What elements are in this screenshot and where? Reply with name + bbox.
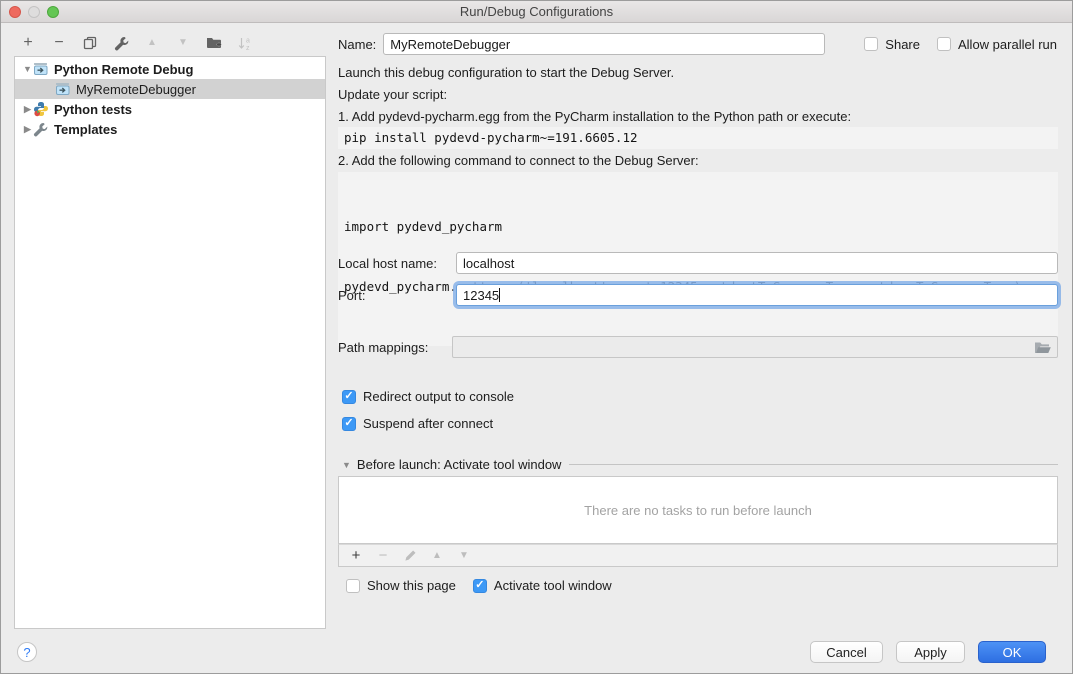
move-task-down-icon[interactable]: ▼ [456,548,472,564]
suspend-after-connect-checkbox[interactable]: ✓ [342,417,356,431]
ok-button[interactable]: OK [978,641,1046,663]
titlebar[interactable]: Run/Debug Configurations [1,1,1072,23]
tree-item-templates[interactable]: ▶ Templates [15,119,325,139]
step-2-text: 2. Add the following command to connect … [338,153,699,168]
browse-folder-icon[interactable] [1034,341,1052,354]
remove-task-icon[interactable]: − [375,548,391,564]
collapsed-arrow-icon[interactable]: ▶ [22,124,33,135]
edit-templates-wrench-icon[interactable] [112,34,130,52]
tree-item-label: MyRemoteDebugger [76,82,196,97]
port-label: Port: [338,288,450,303]
port-row: Port: [338,284,1058,306]
footer-buttons: Cancel Apply OK [810,641,1046,663]
path-mappings-input[interactable] [452,336,1058,358]
move-down-icon[interactable]: ▼ [174,34,192,52]
name-row: Name: Share Allow parallel run [338,33,1058,55]
pip-install-code: pip install pydevd-pycharm~=191.6605.12 [338,127,1058,149]
minimize-window-button[interactable] [28,6,40,18]
move-task-up-icon[interactable]: ▲ [429,548,445,564]
expanded-arrow-icon[interactable]: ▼ [22,64,33,74]
help-question-icon: ? [23,645,30,660]
section-collapse-icon[interactable]: ▼ [342,460,351,470]
apply-button[interactable]: Apply [896,641,965,663]
remote-debug-config-icon [33,61,50,77]
name-label: Name: [338,37,376,52]
intro-text-1: Launch this debug configuration to start… [338,65,674,80]
activate-tool-window-label: Activate tool window [494,578,612,593]
move-up-icon[interactable]: ▲ [143,34,161,52]
copy-configuration-icon[interactable] [81,34,99,52]
share-label: Share [885,37,920,52]
step-1-text: 1. Add pydevd-pycharm.egg from the PyCha… [338,109,851,124]
collapsed-arrow-icon[interactable]: ▶ [22,104,33,115]
redirect-output-row: ✓ Redirect output to console [342,389,514,404]
configurations-tree: ▼ Python Remote Debug MyRemoteDebugger ▶… [14,56,326,629]
run-debug-configurations-dialog: Run/Debug Configurations + − ▲ ▼ az ▼ Py… [0,0,1073,674]
allow-parallel-run-label: Allow parallel run [958,37,1057,52]
redirect-output-label: Redirect output to console [363,389,514,404]
local-host-input[interactable] [456,252,1058,274]
path-mappings-row: Path mappings: [338,336,1058,358]
local-host-row: Local host name: [338,252,1058,274]
path-mappings-label: Path mappings: [338,340,446,355]
new-folder-icon[interactable] [205,34,223,52]
add-configuration-icon[interactable]: + [19,34,37,52]
empty-tasks-text: There are no tasks to run before launch [584,503,812,518]
intro-text-2: Update your script: [338,87,447,102]
allow-parallel-run-checkbox[interactable] [937,37,951,51]
svg-text:z: z [246,45,250,51]
remove-configuration-icon[interactable]: − [50,34,68,52]
redirect-output-checkbox[interactable]: ✓ [342,390,356,404]
add-task-icon[interactable]: + [348,548,364,564]
before-launch-title: Before launch: Activate tool window [357,457,562,472]
show-this-page-label: Show this page [367,578,456,593]
templates-wrench-icon [33,121,50,137]
tree-item-python-remote-debug[interactable]: ▼ Python Remote Debug [15,59,325,79]
tree-item-label: Python Remote Debug [54,62,193,77]
edit-task-icon[interactable] [402,548,418,564]
tree-item-python-tests[interactable]: ▶ Python tests [15,99,325,119]
svg-text:a: a [246,37,250,44]
show-this-page-checkbox[interactable] [346,579,360,593]
before-launch-header: ▼ Before launch: Activate tool window [342,457,1058,472]
port-input[interactable] [456,284,1058,306]
tree-toolbar: + − ▲ ▼ az [19,31,254,55]
local-host-label: Local host name: [338,256,450,271]
tree-item-label: Python tests [54,102,132,117]
sort-configurations-icon[interactable]: az [236,34,254,52]
share-checkbox[interactable] [864,37,878,51]
help-button[interactable]: ? [17,642,37,662]
zoom-window-button[interactable] [47,6,59,18]
remote-debug-config-icon [55,81,72,97]
tasks-toolbar: + − ▲ ▼ [338,544,1058,567]
section-divider-line [569,464,1058,465]
tree-item-label: Templates [54,122,117,137]
suspend-after-connect-row: ✓ Suspend after connect [342,416,493,431]
close-window-button[interactable] [9,6,21,18]
before-launch-task-list[interactable]: There are no tasks to run before launch [338,476,1058,544]
tree-item-my-remote-debugger[interactable]: MyRemoteDebugger [15,79,325,99]
text-cursor [499,288,500,302]
cancel-button[interactable]: Cancel [810,641,883,663]
page-options-row: Show this page ✓ Activate tool window [346,578,612,593]
window-title: Run/Debug Configurations [1,1,1072,22]
activate-tool-window-checkbox[interactable]: ✓ [473,579,487,593]
suspend-after-connect-label: Suspend after connect [363,416,493,431]
settrace-code-line-1: import pydevd_pycharm [344,217,1052,237]
python-tests-icon [33,101,50,117]
name-input[interactable] [383,33,825,55]
